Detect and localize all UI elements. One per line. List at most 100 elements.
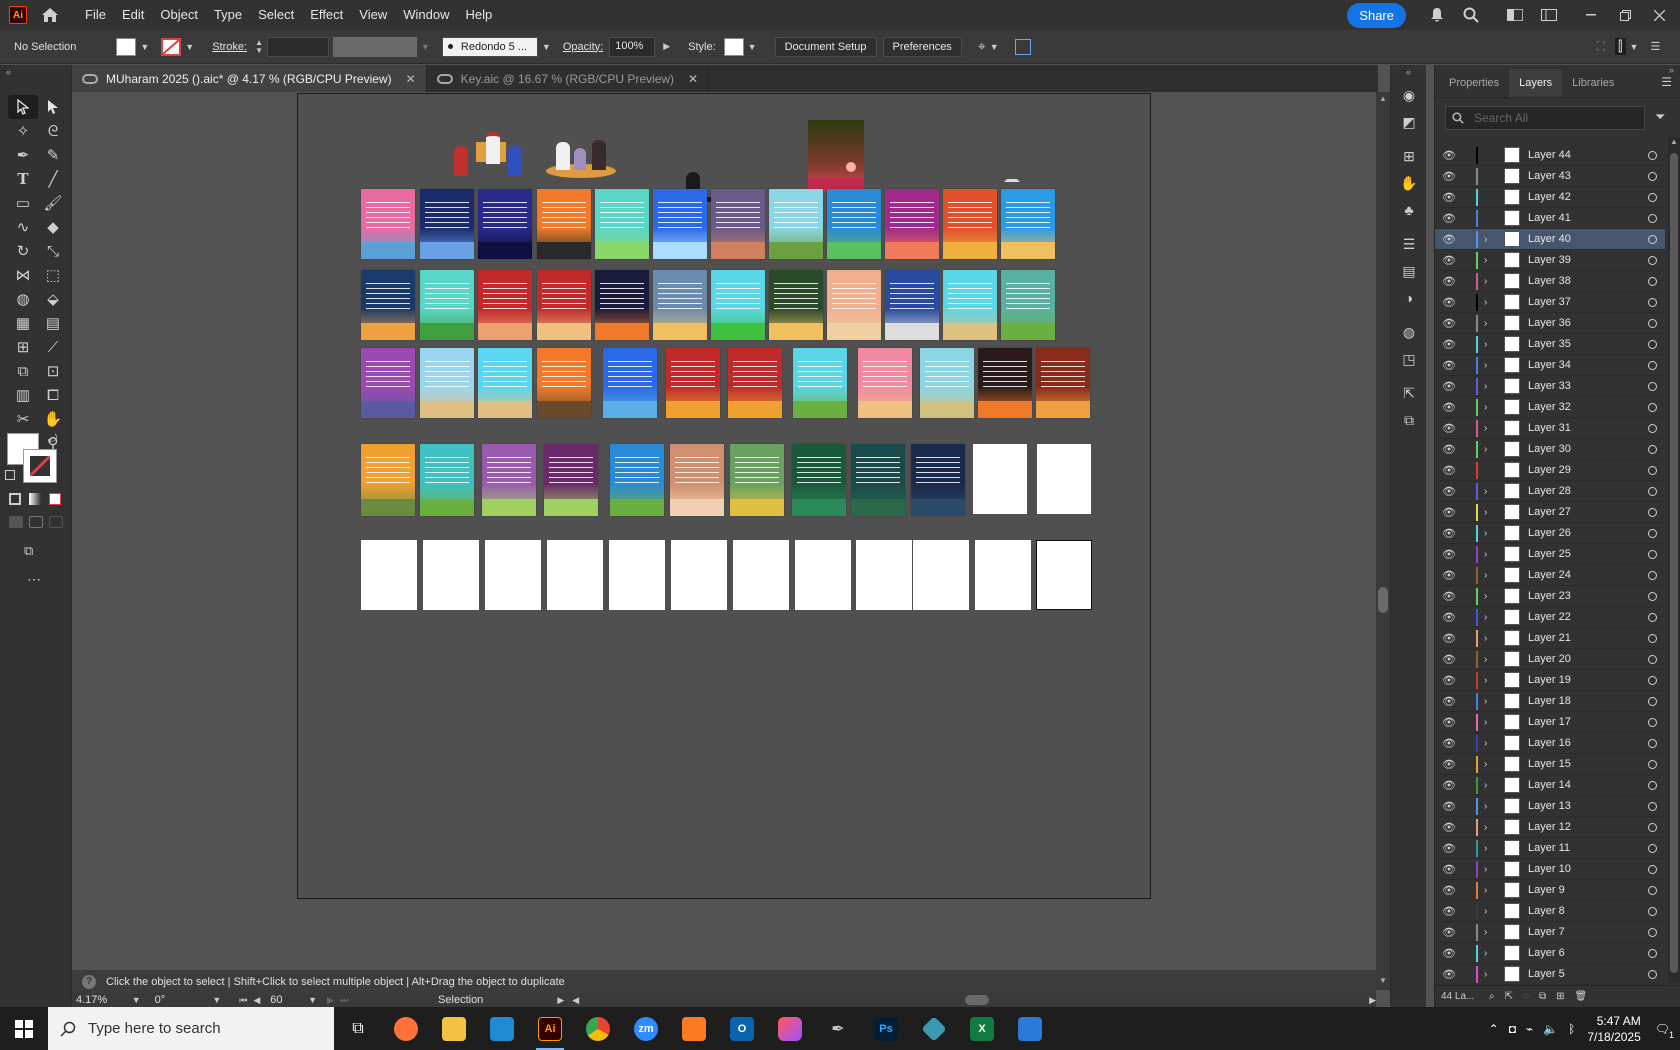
artboard-number-field[interactable]: 60 [270,994,304,1006]
layer-target-icon[interactable] [1648,822,1657,832]
expand-chevron-icon[interactable]: › [1484,360,1496,371]
layer-row[interactable]: 👁 › Layer 32 [1435,397,1665,418]
visibility-eye-icon[interactable]: 👁 [1442,590,1462,603]
layer-target-icon[interactable] [1648,423,1657,433]
layer-row[interactable]: 👁 › Layer 5 [1435,964,1665,985]
taskbar-search[interactable]: Type here to search [48,1007,334,1050]
layer-target-icon[interactable] [1648,255,1657,265]
poster-thumbnail[interactable] [610,444,664,516]
recolor-icon[interactable] [1014,38,1031,55]
align-dropdown-icon[interactable]: ▼ [990,42,999,52]
poster-thumbnail[interactable] [730,444,784,516]
layer-target-icon[interactable] [1648,654,1657,664]
layer-target-icon[interactable] [1648,339,1657,349]
poster-thumbnail[interactable] [595,189,649,259]
illustrator-taskbar-icon[interactable]: Ai [526,1007,574,1050]
layer-row[interactable]: 👁 › Layer 36 [1435,313,1665,334]
photoshop-icon[interactable]: Ps [862,1007,910,1050]
visibility-eye-icon[interactable]: 👁 [1442,800,1462,813]
visibility-eye-icon[interactable]: 👁 [1442,674,1462,687]
layer-target-icon[interactable] [1648,801,1657,811]
bluetooth-icon[interactable]: ᛒ [1568,1022,1575,1036]
document-setup-button[interactable]: Document Setup [774,36,877,57]
zoom-field[interactable]: 4.17% [76,994,128,1006]
expand-chevron-icon[interactable]: › [1484,507,1496,518]
empty-artboard[interactable] [973,444,1027,514]
layer-target-icon[interactable] [1648,444,1657,454]
layer-target-icon[interactable] [1648,486,1657,496]
layer-row[interactable]: 👁 Layer 42 [1435,187,1665,208]
empty-artboard[interactable] [913,540,969,610]
poster-thumbnail[interactable] [711,189,765,259]
expand-chevron-icon[interactable]: › [1484,549,1496,560]
visibility-eye-icon[interactable]: 👁 [1442,968,1462,981]
layer-target-icon[interactable] [1648,192,1657,202]
close-tab-icon[interactable]: ✕ [406,72,416,86]
poster-thumbnail[interactable] [943,270,997,340]
visibility-eye-icon[interactable]: 👁 [1442,422,1462,435]
layer-row[interactable]: 👁 › Layer 25 [1435,544,1665,565]
layers-scroll-thumb[interactable] [1670,153,1678,973]
poster-thumbnail[interactable] [653,270,707,340]
expand-chevron-icon[interactable]: › [1484,381,1496,392]
scale-tool-icon[interactable]: ⤡ [38,239,68,263]
pen-tool-icon[interactable]: ✒ [8,143,38,167]
layer-target-icon[interactable] [1648,549,1657,559]
variable-width-profile[interactable] [333,36,417,57]
line-tool-icon[interactable]: ╱ [38,167,68,191]
file-explorer-icon[interactable] [430,1007,478,1050]
locate-object-icon[interactable]: ⌕ [1489,991,1495,1002]
symbols-panel-icon[interactable]: ♣ [1399,201,1419,219]
gradient-panel-icon[interactable]: ▤ [1399,262,1419,280]
visibility-eye-icon[interactable]: 👁 [1442,737,1462,750]
brush-dropdown-icon[interactable]: ▼ [542,42,551,52]
visibility-eye-icon[interactable]: 👁 [1442,317,1462,330]
image-trace-panel-icon[interactable]: ◩ [1399,113,1419,131]
collapse-strip-icon[interactable]: « [1391,67,1426,77]
poster-thumbnail[interactable] [420,348,474,418]
visibility-eye-icon[interactable]: 👁 [1442,233,1462,246]
blend-tool-icon[interactable]: ⧉ [8,359,38,383]
empty-artboard[interactable] [795,540,851,610]
task-view-icon[interactable]: ⧉ [334,1007,382,1050]
artboards-panel-icon[interactable]: ⊞ [1399,147,1419,165]
layer-target-icon[interactable] [1648,234,1657,244]
visibility-eye-icon[interactable]: 👁 [1442,149,1462,162]
poster-thumbnail[interactable] [537,270,591,340]
color-panel-icon[interactable]: ◍ [1399,323,1419,341]
live-paint-tool-icon[interactable]: ⬙ [38,287,68,311]
workspace-switcher-icon[interactable] [1504,4,1526,26]
visibility-eye-icon[interactable]: 👁 [1442,443,1462,456]
layer-row[interactable]: 👁 › Layer 8 [1435,901,1665,922]
poster-thumbnail[interactable] [478,348,532,418]
visibility-eye-icon[interactable]: 👁 [1442,863,1462,876]
expand-chevron-icon[interactable]: › [1484,339,1496,350]
poster-thumbnail[interactable] [827,270,881,340]
poster-thumbnail[interactable] [885,189,939,259]
layer-target-icon[interactable] [1648,570,1657,580]
vertical-scrollbar[interactable]: ▲ ▼ [1376,92,1390,990]
creative-cloud-icon[interactable] [766,1007,814,1050]
expand-chevron-icon[interactable]: › [1484,633,1496,644]
empty-artboard[interactable] [485,540,541,610]
scroll-up-icon[interactable]: ▲ [1379,94,1387,103]
layer-row[interactable]: 👁 Layer 44 [1435,145,1665,166]
poster-thumbnail[interactable] [670,444,724,516]
layers-scrollbar[interactable]: ▲ [1668,137,1680,983]
tab-muharam[interactable]: MUharam 2025 ().aic* @ 4.17 % (RGB/CPU P… [72,65,427,92]
transparency-panel-icon[interactable]: ◑ [1399,289,1419,307]
bell-icon[interactable] [1426,4,1448,26]
layer-target-icon[interactable] [1648,465,1657,475]
layer-row[interactable]: 👁 › Layer 10 [1435,859,1665,880]
draw-normal-icon[interactable] [9,516,23,528]
layer-row[interactable]: 👁 › Layer 18 [1435,691,1665,712]
empty-artboard[interactable] [1036,540,1092,610]
expand-chevron-icon[interactable]: › [1484,843,1496,854]
layer-row[interactable]: 👁 › Layer 15 [1435,754,1665,775]
empty-artboard[interactable] [856,540,912,610]
canvas[interactable] [72,92,1376,970]
fill-dropdown-icon[interactable]: ▼ [140,42,149,52]
outlook-icon[interactable]: O [718,1007,766,1050]
brush-select[interactable]: Redondo 5 ... [441,36,538,57]
empty-artboard[interactable] [423,540,479,610]
